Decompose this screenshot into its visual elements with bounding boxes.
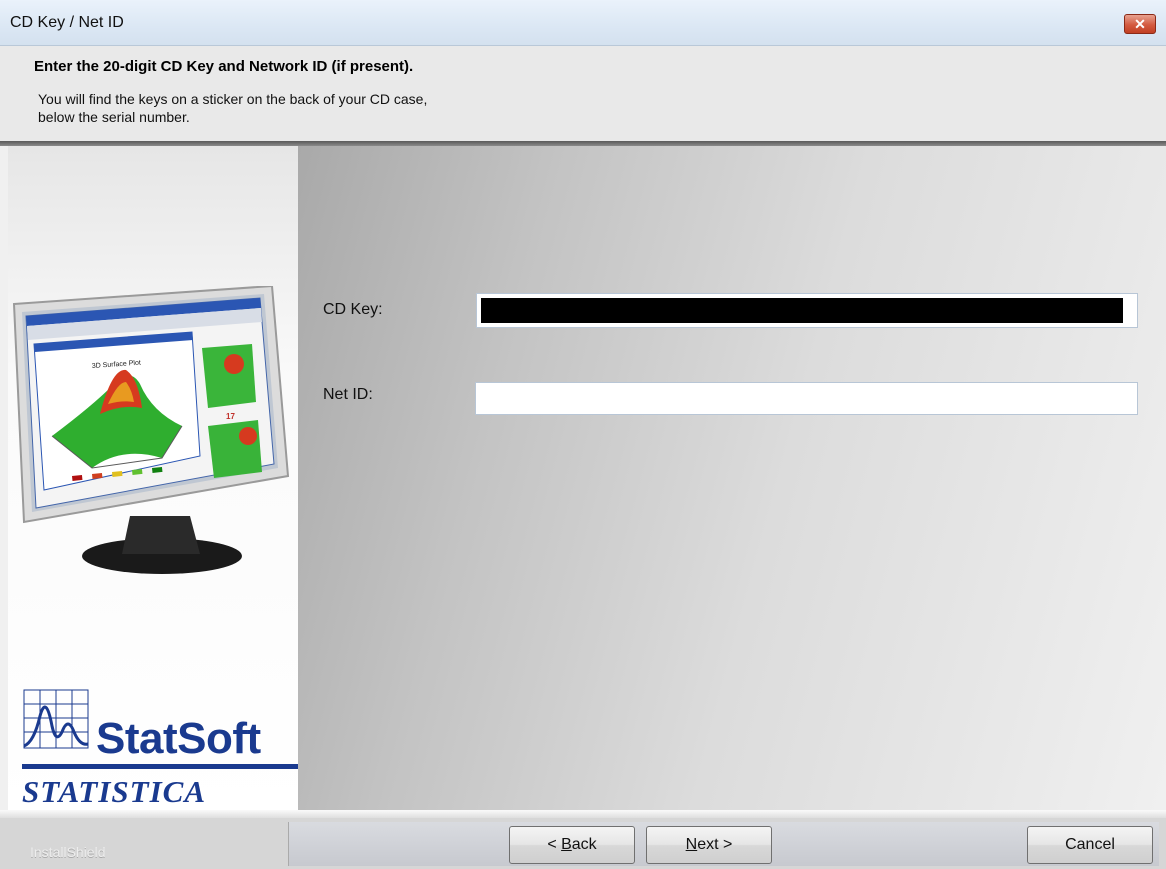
button-bar: InstallShield < Back Next > Cancel bbox=[0, 810, 1166, 869]
cancel-button[interactable]: Cancel bbox=[1027, 826, 1153, 864]
svg-text:17: 17 bbox=[226, 412, 235, 421]
close-button[interactable]: ✕ bbox=[1124, 14, 1156, 34]
close-icon: ✕ bbox=[1134, 16, 1146, 32]
back-button-rest: ack bbox=[571, 836, 597, 853]
window-title: CD Key / Net ID bbox=[10, 14, 124, 31]
next-button[interactable]: Next > bbox=[646, 826, 772, 864]
title-bar: CD Key / Net ID ✕ bbox=[0, 0, 1166, 46]
main-panel: CD Key: Net ID: bbox=[298, 146, 1166, 810]
button-bar-top-strip bbox=[0, 810, 1166, 818]
net-id-field[interactable] bbox=[475, 382, 1138, 415]
logo-brand-text: StatSoft bbox=[96, 714, 261, 763]
cd-key-field[interactable] bbox=[476, 293, 1138, 328]
net-id-label: Net ID: bbox=[323, 386, 373, 403]
logo-product-text: STATISTICA bbox=[22, 774, 207, 809]
side-panel: 3D Surface Plot 17 StatSoft STATISTICA bbox=[8, 146, 298, 810]
back-button[interactable]: < Back bbox=[509, 826, 635, 864]
cd-key-value-redacted bbox=[481, 298, 1123, 323]
cd-key-label: CD Key: bbox=[323, 301, 383, 318]
header-description: You will find the keys on a sticker on t… bbox=[38, 91, 428, 125]
monitor-illustration: 3D Surface Plot 17 bbox=[12, 286, 290, 574]
dialog-header: Enter the 20-digit CD Key and Network ID… bbox=[0, 46, 1166, 141]
header-title: Enter the 20-digit CD Key and Network ID… bbox=[34, 58, 414, 75]
back-button-prefix: < bbox=[547, 836, 562, 853]
back-button-mnemonic: B bbox=[561, 836, 572, 853]
installshield-label: InstallShield bbox=[30, 844, 106, 860]
logo-divider bbox=[22, 764, 298, 769]
next-button-mnemonic: N bbox=[685, 836, 698, 853]
next-button-rest: ext > bbox=[697, 836, 733, 853]
